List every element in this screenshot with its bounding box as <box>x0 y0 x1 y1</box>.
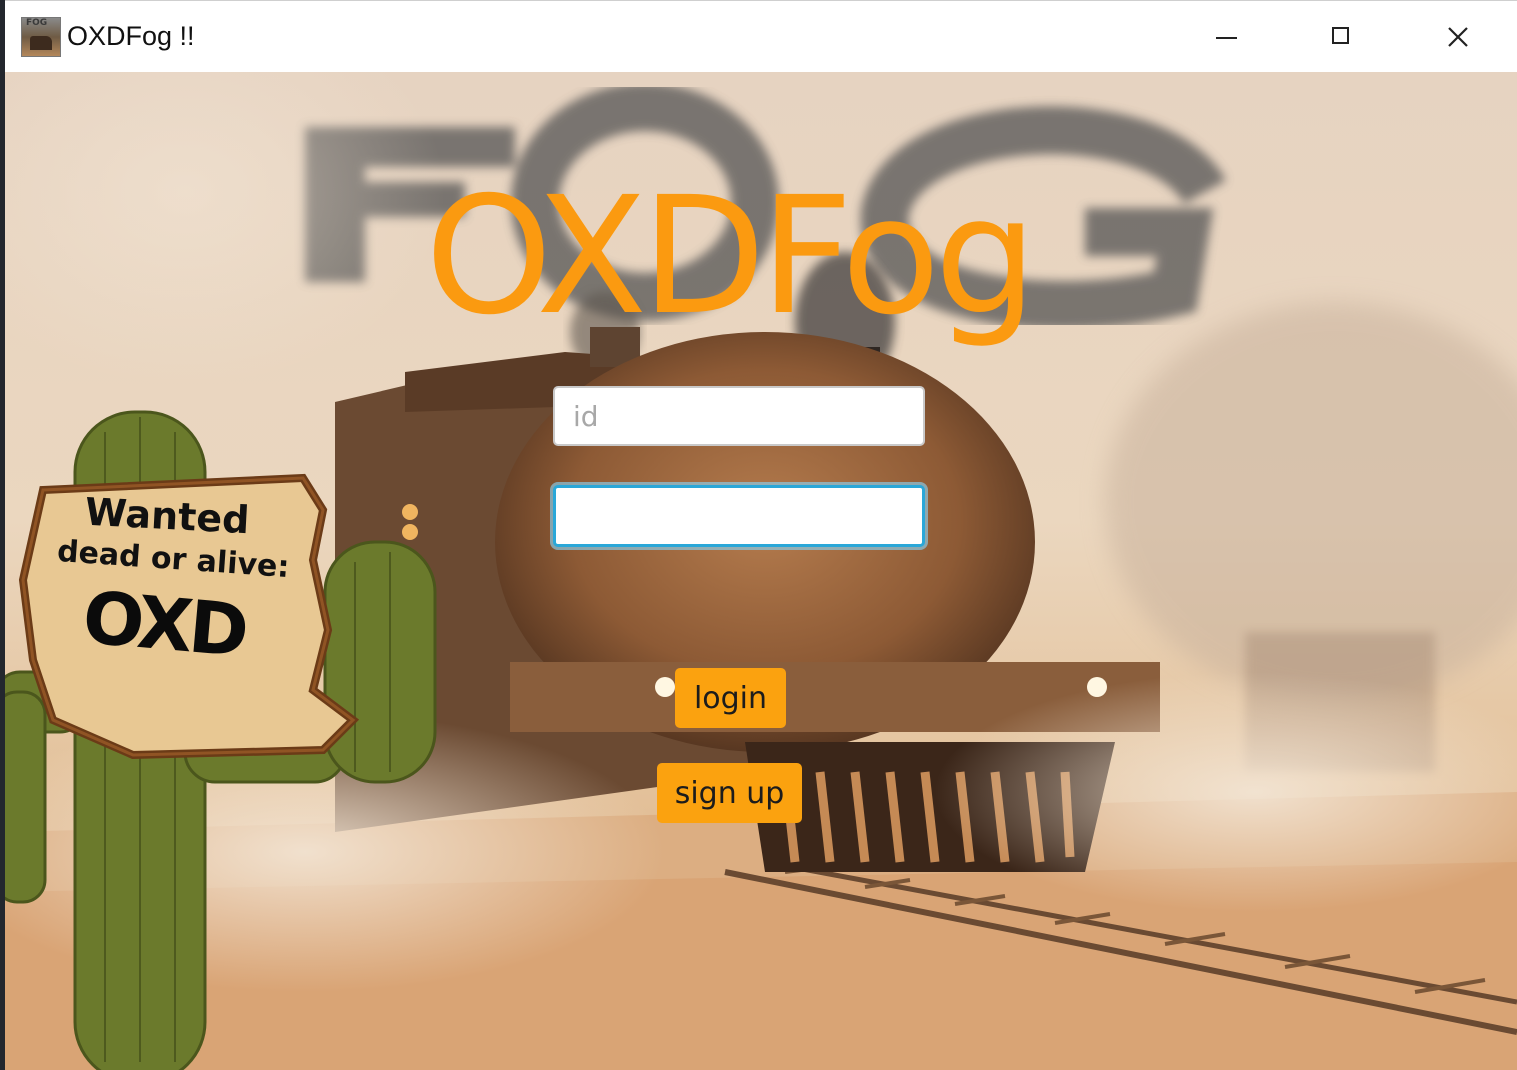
app-icon: FOG <box>21 17 61 57</box>
oxd-text: OXD <box>79 575 249 673</box>
id-input[interactable] <box>553 386 925 446</box>
password-input[interactable] <box>553 485 925 547</box>
window-title: OXDFog !! <box>67 21 195 51</box>
app-icon-train <box>30 36 52 50</box>
minimize-icon[interactable] <box>1207 17 1247 57</box>
wanted-poster: Wanted dead or alive: OXD <box>13 470 363 760</box>
close-icon[interactable] <box>1438 17 1478 57</box>
app-icon-text: FOG <box>26 18 48 28</box>
sign-up-button[interactable]: sign up <box>657 763 802 823</box>
app-window: FOG OXDFog !! Wanted dead or alive: OXD … <box>5 0 1517 1070</box>
wanted-text: Wanted <box>83 489 251 543</box>
oxdfog-logo-title: OXDFog <box>425 163 1037 351</box>
title-bar: FOG OXDFog !! <box>5 0 1517 72</box>
login-scene: Wanted dead or alive: OXD OXDFog login s… <box>5 72 1517 1070</box>
maximize-icon[interactable] <box>1322 17 1362 57</box>
login-button[interactable]: login <box>675 668 786 728</box>
